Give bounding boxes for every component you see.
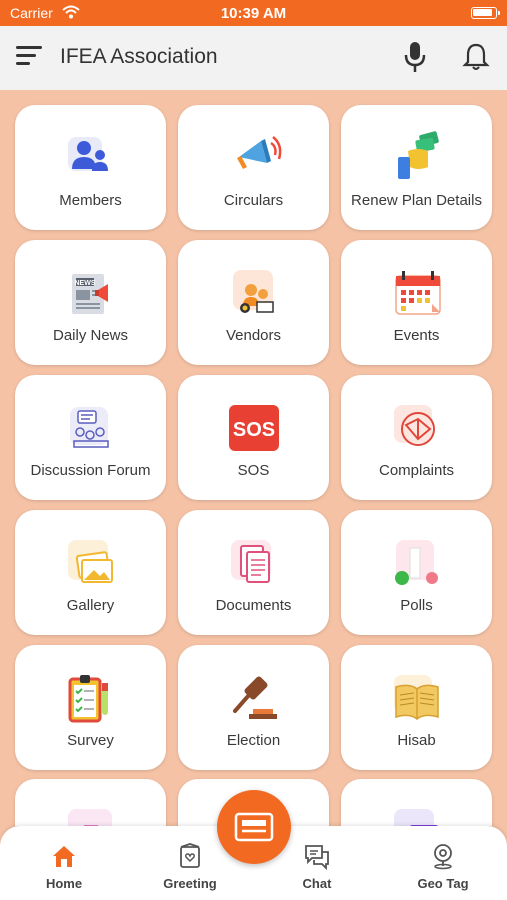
nav-geo-tag[interactable]: Geo Tag <box>393 826 493 900</box>
app-header: IFEA Association <box>0 26 507 90</box>
nav-home[interactable]: Home <box>14 826 114 900</box>
tile-label: Events <box>393 327 440 344</box>
vendors-icon <box>225 264 283 322</box>
nav-label: Chat <box>302 876 332 891</box>
gavel-icon <box>225 669 283 727</box>
tile-label: Members <box>59 192 122 209</box>
tile-label: Vendors <box>225 327 282 344</box>
calendar-icon <box>388 264 446 322</box>
tile-label: Circulars <box>223 192 284 209</box>
nav-label: Greeting <box>163 876 217 891</box>
tile-label: Hisab <box>397 732 436 749</box>
book-icon <box>388 669 446 727</box>
greeting-icon <box>176 842 204 870</box>
tile-circulars[interactable]: Circulars <box>178 105 329 230</box>
page-title: IFEA Association <box>60 45 218 68</box>
tile-daily-news[interactable]: NEWS Daily News <box>15 240 166 365</box>
clock: 10:39 AM <box>220 5 287 22</box>
tile-election[interactable]: Election <box>178 645 329 770</box>
tile-icon <box>388 803 446 826</box>
tile-label: Discussion Forum <box>30 462 151 479</box>
tile-partial[interactable] <box>15 779 166 826</box>
tile-polls[interactable]: Polls <box>341 510 492 635</box>
menu-icon[interactable] <box>16 46 42 68</box>
card-action-button[interactable] <box>217 790 291 864</box>
status-bar: Carrier 10:39 AM <box>0 0 507 26</box>
tile-vendors[interactable]: Vendors <box>178 240 329 365</box>
megaphone-icon <box>225 129 283 187</box>
discussion-icon <box>62 399 120 457</box>
nav-label: Geo Tag <box>417 876 469 891</box>
tile-discussion-forum[interactable]: Discussion Forum <box>15 375 166 500</box>
tile-label: SOS <box>237 462 270 479</box>
card-icon <box>234 812 274 842</box>
tile-gallery[interactable]: Gallery <box>15 510 166 635</box>
gallery-icon <box>62 534 120 592</box>
tile-survey[interactable]: Survey <box>15 645 166 770</box>
tile-complaints[interactable]: Complaints <box>341 375 492 500</box>
documents-icon <box>225 534 283 592</box>
tile-label: Survey <box>67 732 114 749</box>
money-hand-icon <box>388 129 446 187</box>
tile-sos[interactable]: SOS SOS <box>178 375 329 500</box>
tile-label: Polls <box>400 597 433 614</box>
tile-icon <box>62 803 120 826</box>
tile-renew-plan-details[interactable]: Renew Plan Details <box>341 105 492 230</box>
tile-label: Gallery <box>66 597 115 614</box>
location-icon <box>429 842 457 870</box>
tile-label: Renew Plan Details <box>351 192 482 209</box>
newspaper-icon: NEWS <box>62 264 120 322</box>
feature-grid: Members Circulars Renew Plan Details NEW… <box>0 90 507 826</box>
tile-label: Election <box>226 732 281 749</box>
home-icon <box>50 842 78 870</box>
tile-label: Daily News <box>52 327 128 344</box>
chat-icon <box>303 842 331 871</box>
tile-label: Documents <box>215 597 292 614</box>
svg-text:SOS: SOS <box>232 419 274 441</box>
microphone-icon[interactable] <box>400 40 430 74</box>
complaint-icon <box>388 399 446 457</box>
battery-icon <box>471 7 500 19</box>
nav-label: Home <box>45 876 83 891</box>
survey-icon <box>62 669 120 727</box>
tile-members[interactable]: Members <box>15 105 166 230</box>
polls-icon <box>388 534 446 592</box>
members-icon <box>62 129 120 187</box>
tile-documents[interactable]: Documents <box>178 510 329 635</box>
notification-bell-icon[interactable] <box>462 42 490 72</box>
tile-hisab[interactable]: Hisab <box>341 645 492 770</box>
tile-events[interactable]: Events <box>341 240 492 365</box>
svg-text:NEWS: NEWS <box>74 280 95 287</box>
tile-partial[interactable] <box>341 779 492 826</box>
sos-icon: SOS <box>225 399 283 457</box>
tile-label: Complaints <box>378 462 455 479</box>
